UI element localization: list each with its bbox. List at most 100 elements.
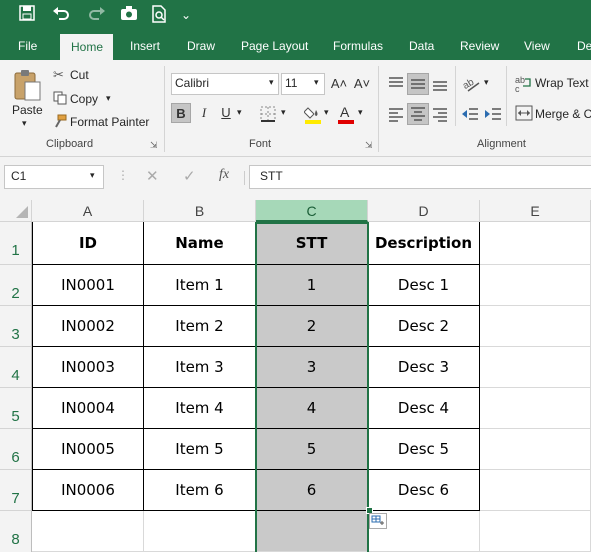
insert-function-icon[interactable]: fx: [219, 167, 229, 183]
italic-button[interactable]: I: [194, 103, 214, 123]
empty-cell[interactable]: [256, 511, 368, 552]
header-cell[interactable]: ID: [32, 222, 144, 265]
customize-quick-access-icon[interactable]: ⌄: [178, 5, 194, 25]
empty-cell[interactable]: [480, 511, 591, 552]
paste-dropdown-icon[interactable]: ▾: [22, 118, 27, 129]
row-header-7[interactable]: 7: [0, 470, 32, 511]
empty-cell[interactable]: [480, 222, 591, 265]
fill-color-icon[interactable]: [303, 104, 322, 124]
table-cell[interactable]: Item 4: [144, 388, 256, 429]
orientation-dropdown-icon[interactable]: ▾: [484, 77, 489, 88]
font-size-box[interactable]: 11 ▾: [281, 73, 325, 95]
merge-center-button[interactable]: Merge & C: [535, 107, 591, 121]
table-cell[interactable]: IN0002: [32, 306, 144, 347]
column-header-e[interactable]: E: [480, 200, 591, 222]
undo-icon[interactable]: [46, 5, 76, 25]
table-cell[interactable]: 4: [256, 388, 368, 429]
print-preview-icon[interactable]: [148, 5, 170, 25]
empty-cell[interactable]: [480, 470, 591, 511]
paste-button[interactable]: Paste: [12, 103, 43, 117]
select-all-corner[interactable]: [0, 200, 32, 222]
underline-button[interactable]: U: [216, 103, 236, 123]
copy-dropdown-icon[interactable]: ▾: [106, 93, 111, 104]
align-right-icon[interactable]: [430, 104, 450, 124]
tab-insert[interactable]: Insert: [122, 32, 168, 60]
table-cell[interactable]: Item 1: [144, 265, 256, 306]
tab-data[interactable]: Data: [401, 32, 442, 60]
font-color-dropdown-icon[interactable]: ▾: [358, 107, 363, 118]
format-painter-button[interactable]: Format Painter: [70, 115, 149, 129]
clipboard-launcher-icon[interactable]: ⇲: [150, 140, 158, 151]
row-header-3[interactable]: 3: [0, 306, 32, 347]
table-cell[interactable]: IN0005: [32, 429, 144, 470]
row-header-1[interactable]: 1: [0, 222, 32, 265]
empty-cell[interactable]: [32, 511, 144, 552]
row-header-4[interactable]: 4: [0, 347, 32, 388]
tab-draw[interactable]: Draw: [179, 32, 223, 60]
name-box-dropdown-icon[interactable]: ▾: [90, 170, 95, 181]
table-cell[interactable]: 1: [256, 265, 368, 306]
column-header-d[interactable]: D: [368, 200, 480, 222]
camera-icon[interactable]: [118, 5, 140, 25]
bold-button[interactable]: B: [171, 103, 191, 123]
formula-input[interactable]: STT: [249, 165, 591, 189]
header-cell[interactable]: Name: [144, 222, 256, 265]
table-cell[interactable]: Desc 4: [368, 388, 480, 429]
row-header-5[interactable]: 5: [0, 388, 32, 429]
column-header-c[interactable]: C: [256, 200, 368, 222]
decrease-indent-icon[interactable]: [460, 104, 480, 124]
table-cell[interactable]: Desc 5: [368, 429, 480, 470]
table-cell[interactable]: IN0001: [32, 265, 144, 306]
table-cell[interactable]: Desc 1: [368, 265, 480, 306]
wrap-text-button[interactable]: Wrap Text: [535, 76, 589, 90]
column-header-b[interactable]: B: [144, 200, 256, 222]
increase-indent-icon[interactable]: [483, 104, 503, 124]
table-cell[interactable]: IN0006: [32, 470, 144, 511]
name-box[interactable]: C1 ▾: [4, 165, 104, 189]
fill-color-dropdown-icon[interactable]: ▾: [324, 107, 329, 118]
table-cell[interactable]: IN0003: [32, 347, 144, 388]
table-cell[interactable]: 6: [256, 470, 368, 511]
table-cell[interactable]: IN0004: [32, 388, 144, 429]
header-cell[interactable]: Description: [368, 222, 480, 265]
header-cell[interactable]: STT: [256, 222, 368, 265]
row-header-6[interactable]: 6: [0, 429, 32, 470]
font-size-dropdown-icon[interactable]: ▾: [314, 77, 319, 88]
font-name-dropdown-icon[interactable]: ▾: [269, 77, 274, 88]
column-header-a[interactable]: A: [32, 200, 144, 222]
table-cell[interactable]: Item 2: [144, 306, 256, 347]
empty-cell[interactable]: [480, 388, 591, 429]
empty-cell[interactable]: [144, 511, 256, 552]
tab-view[interactable]: View: [516, 32, 558, 60]
font-name-box[interactable]: Calibri ▾: [171, 73, 279, 95]
empty-cell[interactable]: [480, 306, 591, 347]
top-align-icon[interactable]: [386, 74, 406, 94]
increase-font-size-icon[interactable]: A˄: [329, 74, 349, 94]
align-center-icon[interactable]: [407, 103, 429, 125]
borders-dropdown-icon[interactable]: ▾: [281, 107, 286, 118]
empty-cell[interactable]: [480, 265, 591, 306]
row-header-8[interactable]: 8: [0, 511, 32, 552]
quick-analysis-icon[interactable]: [369, 513, 387, 529]
tab-page-layout[interactable]: Page Layout: [233, 32, 316, 60]
align-left-icon[interactable]: [386, 104, 406, 124]
empty-cell[interactable]: [480, 347, 591, 388]
copy-button[interactable]: Copy: [70, 92, 98, 106]
table-cell[interactable]: Item 6: [144, 470, 256, 511]
tab-review[interactable]: Review: [452, 32, 507, 60]
table-cell[interactable]: Desc 6: [368, 470, 480, 511]
cancel-icon[interactable]: ✕: [146, 167, 159, 185]
font-color-icon[interactable]: A: [337, 104, 355, 124]
table-cell[interactable]: 3: [256, 347, 368, 388]
table-cell[interactable]: Item 5: [144, 429, 256, 470]
enter-icon[interactable]: ✓: [183, 167, 196, 185]
table-cell[interactable]: Desc 3: [368, 347, 480, 388]
cut-button[interactable]: Cut: [70, 68, 89, 82]
paste-icon[interactable]: [12, 68, 42, 104]
table-cell[interactable]: 5: [256, 429, 368, 470]
orientation-icon[interactable]: ab: [461, 74, 482, 94]
redo-icon[interactable]: [84, 5, 110, 25]
underline-dropdown-icon[interactable]: ▾: [237, 107, 242, 118]
borders-icon[interactable]: [260, 106, 276, 122]
empty-cell[interactable]: [480, 429, 591, 470]
